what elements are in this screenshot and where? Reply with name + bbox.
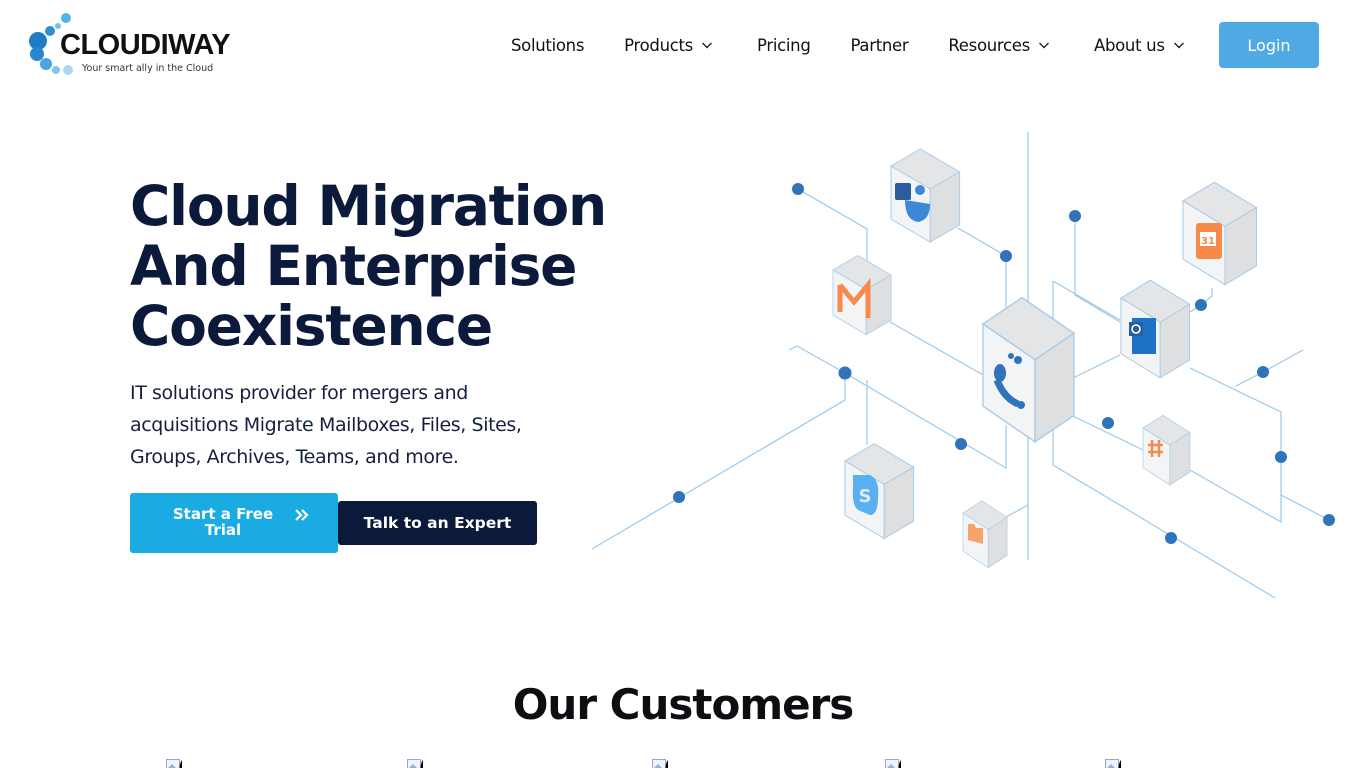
hero-title-line: Cloud Migration [130, 174, 607, 238]
broken-image-icon [652, 759, 668, 768]
nav-label: Resources [948, 35, 1030, 55]
broken-image-icon [407, 759, 423, 768]
hero-title: Cloud Migration And Enterprise Coexisten… [130, 174, 607, 358]
double-chevron-right-icon [295, 509, 309, 521]
google-calendar-icon: 31 [1182, 181, 1258, 286]
nav-partner[interactable]: Partner [851, 36, 909, 55]
chevron-down-icon [1038, 42, 1049, 49]
cloudiway-icon [982, 296, 1075, 443]
cloudiway-logo[interactable]: CLOUDIWAY Your smart ally in the Cloud [28, 12, 231, 78]
customer-logo [652, 759, 692, 768]
gmail-icon [832, 255, 892, 336]
nav-label: Solutions [511, 35, 585, 55]
migration-network-illustration: 31 S [591, 132, 1335, 599]
nav-pricing[interactable]: Pricing [757, 36, 811, 55]
svg-text:S: S [859, 486, 872, 507]
nav-label: Pricing [756, 35, 811, 55]
nav-resources[interactable]: Resources [948, 36, 1050, 55]
login-button[interactable]: Login [1219, 22, 1319, 68]
nav-label: About us [1093, 35, 1165, 55]
slack-icon [1142, 414, 1191, 486]
nav-label: Partner [850, 35, 909, 55]
customers-title: Our Customers [512, 680, 855, 729]
nav-solutions[interactable]: Solutions [511, 36, 584, 55]
folder-icon [962, 500, 1008, 569]
start-free-trial-label: Start a Free Trial [172, 505, 274, 539]
logo-wordmark: CLOUDIWAY [60, 29, 231, 61]
hero-title-line: Coexistence [130, 294, 493, 358]
customer-logo [885, 759, 925, 768]
skype-icon: S [844, 443, 915, 540]
logo-tagline: Your smart ally in the Cloud [82, 63, 214, 74]
broken-image-icon [166, 759, 182, 768]
customer-logo [407, 759, 447, 768]
customer-logo [166, 759, 206, 768]
broken-image-icon [885, 759, 901, 768]
svg-text:31: 31 [1201, 236, 1215, 247]
nav-about-us[interactable]: About us [1094, 36, 1185, 55]
chevron-down-icon [1173, 42, 1184, 49]
hero-title-line: And Enterprise [130, 234, 577, 298]
microsoft-teams-icon [890, 148, 961, 243]
outlook-icon [1120, 279, 1191, 379]
hero-description: IT solutions provider for mergers and ac… [130, 382, 522, 468]
start-free-trial-button[interactable]: Start a Free Trial [130, 493, 338, 553]
broken-image-icon [1105, 759, 1121, 768]
customer-logo [1105, 759, 1145, 768]
talk-to-expert-button[interactable]: Talk to an Expert [338, 501, 537, 545]
nav-products[interactable]: Products [624, 36, 713, 55]
main-nav: Solutions Products Pricing Partner Resou… [511, 33, 1185, 57]
nav-label: Products [624, 35, 693, 55]
chevron-down-icon [701, 42, 712, 49]
site-header: CLOUDIWAY Your smart ally in the Cloud S… [0, 0, 1366, 90]
